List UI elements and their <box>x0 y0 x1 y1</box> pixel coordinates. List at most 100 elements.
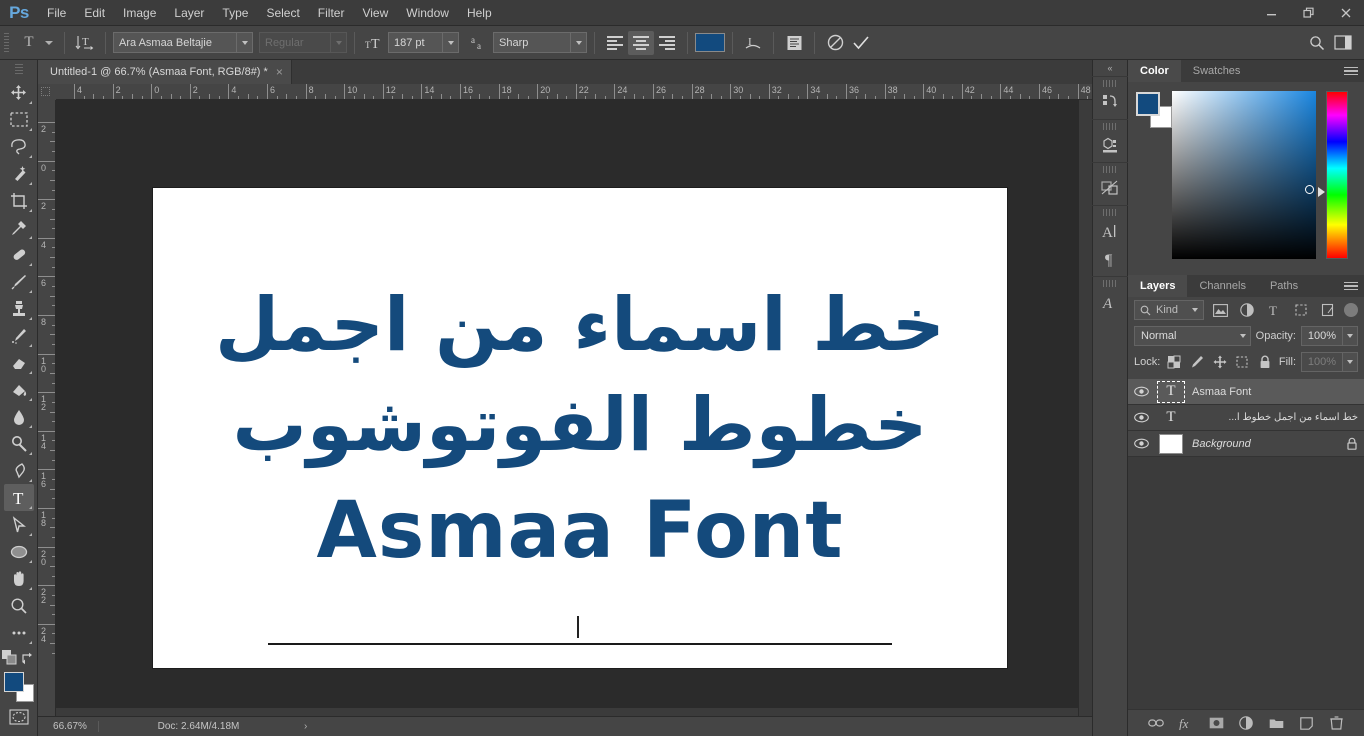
3d-panel-icon[interactable] <box>1095 131 1125 159</box>
healing-brush-tool[interactable] <box>4 241 34 268</box>
workspace-switcher-button[interactable] <box>1330 31 1356 55</box>
vertical-scrollbar[interactable] <box>1078 100 1092 722</box>
commit-edit-button[interactable] <box>848 31 874 55</box>
dock-grip[interactable] <box>1103 166 1117 173</box>
font-style-chevron[interactable] <box>331 32 347 53</box>
font-size-value[interactable]: 187 pt <box>388 32 443 53</box>
font-family-combo[interactable]: Ara Asmaa Beltajie <box>113 32 253 53</box>
layer-visibility-toggle[interactable] <box>1128 405 1154 431</box>
move-tool[interactable] <box>4 79 34 106</box>
menu-help[interactable]: Help <box>458 0 501 26</box>
horizontal-ruler[interactable]: 4 2 0 2 4 6 8 10 12 14 16 18 20 22 24 26 28 30 32 34 36 38 40 4… <box>56 84 1092 100</box>
panel-menu-icon[interactable] <box>1344 279 1358 293</box>
blend-mode-select[interactable]: Normal <box>1134 326 1251 346</box>
zoom-tool[interactable] <box>4 592 34 619</box>
adjustments-panel-icon[interactable] <box>1095 174 1125 202</box>
font-family-chevron[interactable] <box>237 32 253 53</box>
foreground-color-swatch[interactable] <box>3 672 24 692</box>
toggle-character-panel-button[interactable] <box>781 31 807 55</box>
pen-tool[interactable] <box>4 457 34 484</box>
menu-edit[interactable]: Edit <box>75 0 114 26</box>
path-selection-tool[interactable] <box>4 511 34 538</box>
fill-stepper[interactable] <box>1343 352 1358 372</box>
menu-file[interactable]: File <box>38 0 75 26</box>
restore-button[interactable] <box>1290 0 1327 26</box>
options-bar-grip[interactable] <box>0 26 12 60</box>
font-size-combo[interactable]: 187 pt <box>388 32 459 53</box>
ruler-corner[interactable] <box>38 84 56 100</box>
menu-select[interactable]: Select <box>257 0 308 26</box>
layer-thumbnail[interactable]: T <box>1154 405 1188 431</box>
link-layers-button[interactable] <box>1148 714 1164 732</box>
layer-name[interactable]: Asmaa Font <box>1188 386 1364 398</box>
close-button[interactable] <box>1327 0 1364 26</box>
dock-grip[interactable] <box>1103 123 1117 130</box>
add-layer-mask-button[interactable] <box>1208 714 1224 732</box>
layer-row-arabic-text[interactable]: T خط اسماء من اجمل خطوط ا... <box>1128 405 1364 431</box>
text-orientation-button[interactable]: T <box>72 31 98 55</box>
gradient-tool[interactable] <box>4 376 34 403</box>
vertical-ruler[interactable]: 2024681012141618202224 <box>38 100 56 736</box>
character-panel-icon[interactable]: A <box>1095 217 1125 245</box>
font-style-value[interactable]: Regular <box>259 32 331 53</box>
align-right-button[interactable] <box>654 31 680 55</box>
dock-grip[interactable] <box>1103 209 1117 216</box>
menu-image[interactable]: Image <box>114 0 165 26</box>
layer-visibility-toggle[interactable] <box>1128 379 1154 405</box>
saturation-brightness-field[interactable] <box>1172 91 1316 259</box>
lock-position-icon[interactable] <box>1211 352 1229 372</box>
tab-channels[interactable]: Channels <box>1187 275 1258 297</box>
tab-swatches[interactable]: Swatches <box>1180 60 1253 82</box>
default-foreground-background-icon[interactable] <box>2 650 17 670</box>
lock-all-icon[interactable] <box>1256 352 1274 372</box>
font-family-value[interactable]: Ara Asmaa Beltajie <box>113 32 237 53</box>
filter-enable-toggle[interactable] <box>1344 303 1358 317</box>
menu-filter[interactable]: Filter <box>309 0 354 26</box>
menu-window[interactable]: Window <box>397 0 458 26</box>
search-icon[interactable] <box>1304 31 1330 55</box>
document-tab[interactable]: Untitled-1 @ 66.7% (Asmaa Font, RGB/8#) … <box>38 60 292 84</box>
clone-stamp-tool[interactable] <box>4 295 34 322</box>
filter-smart-object-icon[interactable] <box>1317 300 1339 320</box>
layer-name[interactable]: Background <box>1188 438 1340 450</box>
new-layer-button[interactable] <box>1298 714 1314 732</box>
delete-layer-button[interactable] <box>1328 714 1344 732</box>
filter-type-icon[interactable]: T <box>1263 300 1285 320</box>
anti-alias-chevron[interactable] <box>571 32 587 53</box>
tab-layers[interactable]: Layers <box>1128 275 1188 297</box>
tab-paths[interactable]: Paths <box>1257 275 1311 297</box>
canvas-viewport[interactable]: خط اسماء من اجمل خطوط الفوتوشوب Asmaa Fo… <box>56 100 1092 736</box>
brush-tool[interactable] <box>4 268 34 295</box>
layer-list[interactable]: T Asmaa Font T خط اسماء من اجمل خطوط ا..… <box>1128 379 1364 709</box>
layer-name[interactable]: خط اسماء من اجمل خطوط ا... <box>1188 412 1364 423</box>
quick-selection-tool[interactable] <box>4 160 34 187</box>
lock-artboard-nesting-icon[interactable] <box>1233 352 1251 372</box>
font-style-combo[interactable]: Regular <box>259 32 347 53</box>
opacity-stepper[interactable] <box>1343 326 1358 346</box>
tab-color[interactable]: Color <box>1128 60 1181 82</box>
anti-alias-combo[interactable]: Sharp <box>493 32 587 53</box>
foreground-color-swatch[interactable] <box>1136 92 1160 116</box>
zoom-level[interactable]: 66.67% <box>38 721 98 732</box>
hand-tool[interactable] <box>4 565 34 592</box>
history-panel-icon[interactable] <box>1095 88 1125 116</box>
filter-shape-icon[interactable] <box>1290 300 1312 320</box>
lock-image-pixels-icon[interactable] <box>1188 352 1206 372</box>
history-brush-tool[interactable] <box>4 322 34 349</box>
rectangular-marquee-tool[interactable] <box>4 106 34 133</box>
eraser-tool[interactable] <box>4 349 34 376</box>
layer-row-asmaa-font[interactable]: T Asmaa Font <box>1128 379 1364 405</box>
color-panel-swatches[interactable] <box>1136 92 1172 128</box>
crop-tool[interactable] <box>4 187 34 214</box>
artboard[interactable]: خط اسماء من اجمل خطوط الفوتوشوب Asmaa Fo… <box>153 188 1007 668</box>
edit-toolbar-tool[interactable] <box>4 619 34 646</box>
blur-tool[interactable] <box>4 403 34 430</box>
menu-type[interactable]: Type <box>213 0 257 26</box>
hue-slider[interactable] <box>1326 91 1348 259</box>
layer-style-button[interactable]: fx <box>1178 714 1194 732</box>
close-icon[interactable]: × <box>276 66 283 78</box>
fill-value[interactable]: 100% <box>1301 352 1343 372</box>
ellipse-tool[interactable] <box>4 538 34 565</box>
layer-filter-kind-select[interactable]: Kind <box>1134 300 1204 320</box>
panel-menu-icon[interactable] <box>1344 64 1358 78</box>
